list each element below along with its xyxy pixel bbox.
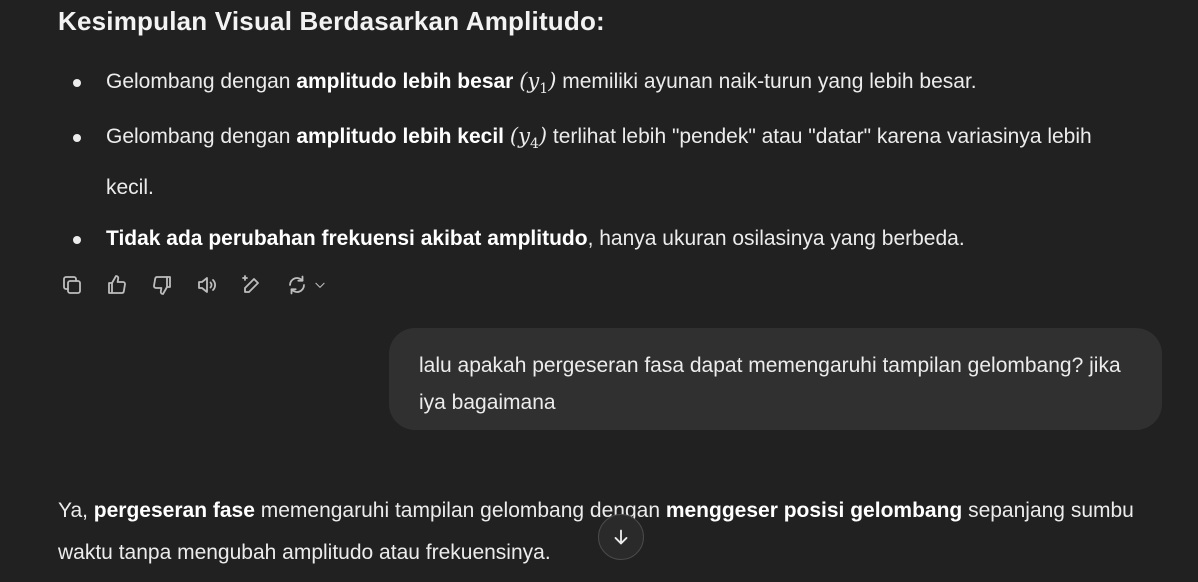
edit-icon — [242, 275, 259, 293]
list-item: Tidak ada perubahan frekuensi akibat amp… — [58, 217, 1138, 260]
regenerate-button[interactable] — [285, 270, 345, 300]
bad-response-button[interactable] — [150, 270, 195, 300]
list-item: Gelombang dengan amplitudo lebih kecil (… — [58, 115, 1138, 209]
conclusion-list: Gelombang dengan amplitudo lebih besar (… — [58, 60, 1138, 260]
edit-button[interactable] — [240, 270, 285, 300]
user-message-text: lalu apakah pergeseran fasa dapat memeng… — [419, 354, 1121, 414]
section-heading: Kesimpulan Visual Berdasarkan Amplitudo: — [58, 6, 605, 36]
message-actions — [60, 270, 345, 300]
bold-text: menggeser posisi gelombang — [665, 499, 963, 522]
scroll-to-bottom-button[interactable] — [598, 514, 644, 560]
chevron-down-icon — [315, 282, 325, 288]
bold-text: amplitudo lebih kecil — [296, 125, 505, 149]
copy-button[interactable] — [60, 270, 105, 300]
math-expression: (y4) — [509, 124, 548, 153]
good-response-button[interactable] — [105, 270, 150, 300]
math-expression: (y1) — [519, 69, 557, 98]
copy-icon — [63, 276, 81, 294]
arrow-down-icon — [614, 529, 628, 545]
bold-text: amplitudo lebih besar — [296, 70, 514, 93]
bold-text: pergeseran fase — [93, 499, 255, 522]
regenerate-icon — [289, 275, 305, 295]
thumbs-down-icon — [153, 276, 171, 295]
list-item: Gelombang dengan amplitudo lebih besar (… — [58, 60, 1138, 111]
bold-text: Tidak ada perubahan frekuensi akibat amp… — [106, 227, 588, 251]
user-message-bubble: lalu apakah pergeseran fasa dapat memeng… — [389, 328, 1162, 430]
read-aloud-button[interactable] — [195, 270, 240, 300]
read-aloud-icon — [198, 277, 216, 293]
thumbs-up-icon — [108, 275, 126, 294]
